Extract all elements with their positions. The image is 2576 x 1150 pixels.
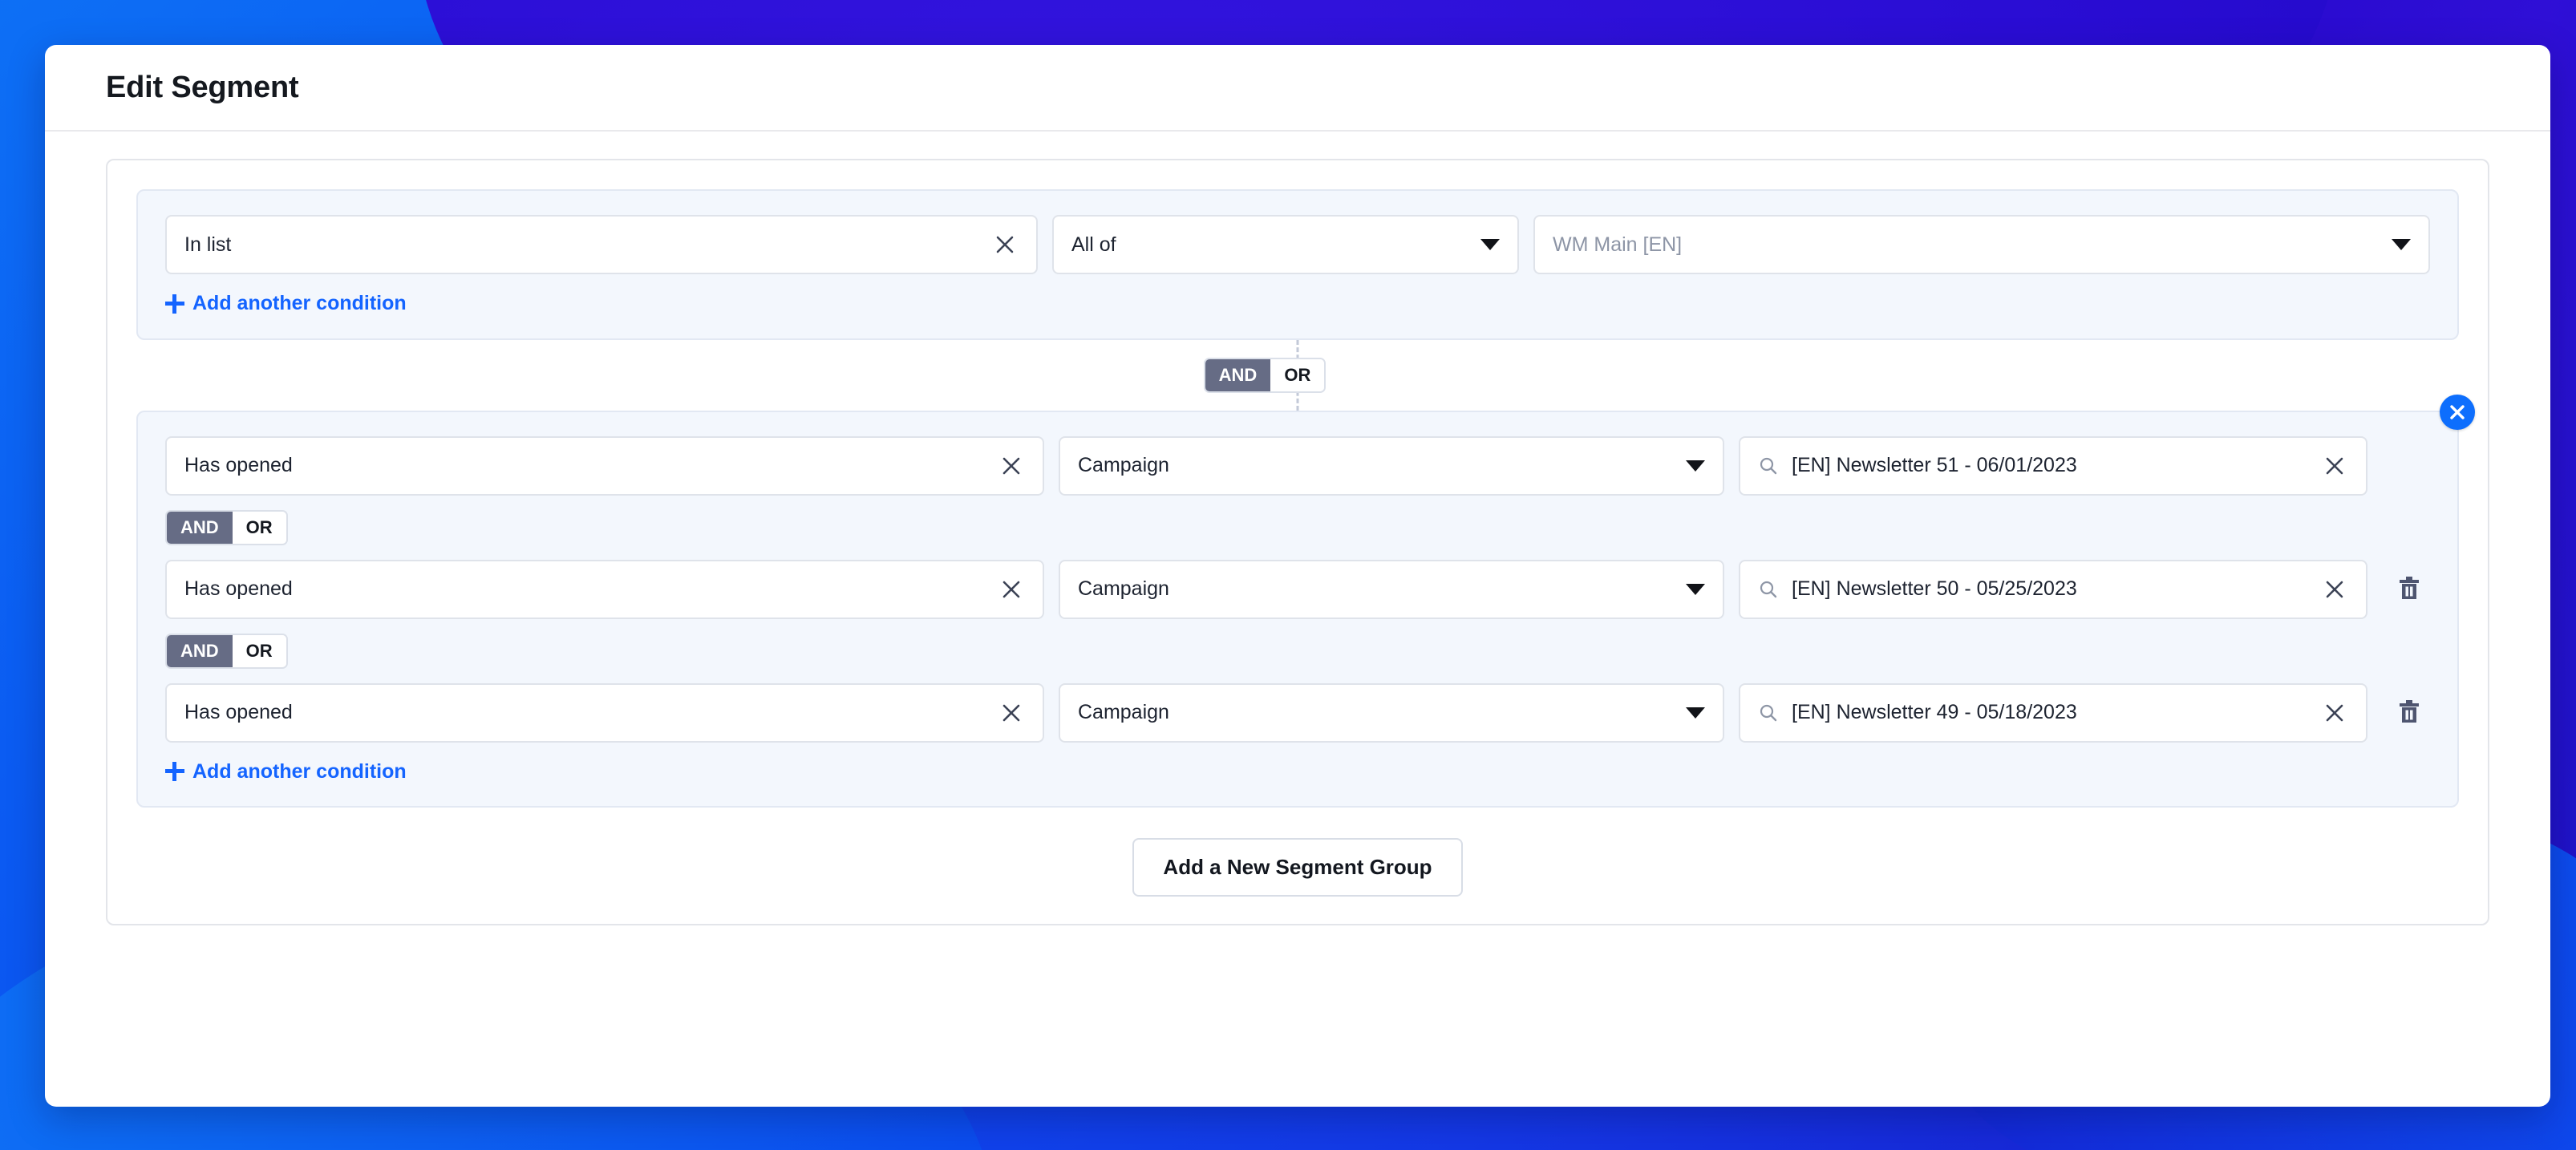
plus-icon <box>165 762 184 781</box>
plus-icon <box>165 294 184 314</box>
attribute-select-g2r2[interactable]: Has opened <box>165 682 1044 743</box>
toggle-or-option[interactable]: OR <box>232 511 286 544</box>
value-label: WM Main [EN] <box>1553 233 1683 256</box>
chevron-down-icon <box>1686 583 1705 595</box>
row-and-or-toggle-2[interactable]: AND OR <box>165 633 288 669</box>
row-toggle-wrap: AND OR <box>165 633 2430 669</box>
add-new-segment-group-button[interactable]: Add a New Segment Group <box>1132 838 1463 897</box>
delete-condition-button-g2r2[interactable] <box>2388 683 2430 743</box>
operator-value-label: Campaign <box>1078 701 1169 723</box>
operator-select-g1r0[interactable]: All of <box>1052 215 1519 274</box>
operator-select-g2r0[interactable]: Campaign <box>1059 435 1724 496</box>
trash-icon <box>2397 575 2421 603</box>
attribute-value-label: In list <box>184 233 232 256</box>
search-icon <box>1758 456 1779 476</box>
row-toggle-wrap: AND OR <box>165 509 2430 545</box>
close-icon[interactable] <box>2321 576 2348 603</box>
toggle-and-option[interactable]: AND <box>1205 358 1271 391</box>
condition-row: Has opened Campaign <box>165 682 2430 743</box>
close-circle-icon[interactable] <box>2440 394 2475 430</box>
value-label: [EN] Newsletter 49 - 05/18/2023 <box>1792 701 2077 723</box>
operator-value-label: Campaign <box>1078 454 1169 476</box>
chevron-down-icon <box>1480 239 1500 250</box>
chevron-down-icon <box>1686 707 1705 719</box>
chevron-down-icon <box>2392 239 2411 250</box>
modal-header: Edit Segment <box>45 45 2550 132</box>
search-icon <box>1758 579 1779 600</box>
toggle-and-option[interactable]: AND <box>167 634 233 667</box>
close-icon[interactable] <box>2321 452 2348 480</box>
search-icon <box>1758 703 1779 723</box>
delete-condition-button-g2r1[interactable] <box>2388 560 2430 619</box>
close-icon[interactable] <box>998 699 1025 727</box>
add-condition-label: Add another condition <box>192 759 407 783</box>
row-and-or-toggle-1[interactable]: AND OR <box>165 509 288 545</box>
operator-value-label: Campaign <box>1078 577 1169 600</box>
edit-segment-modal: Edit Segment In list All of WM Main [EN]… <box>45 45 2550 1107</box>
operator-select-g2r1[interactable]: Campaign <box>1059 559 1724 619</box>
condition-row: Has opened Campaign <box>165 435 2430 496</box>
trash-icon <box>2397 699 2421 727</box>
attribute-select-g1r0[interactable]: In list <box>165 215 1038 274</box>
condition-row: In list All of WM Main [EN] <box>165 215 2430 274</box>
value-search-g2r1[interactable]: [EN] Newsletter 50 - 05/25/2023 <box>1739 559 2367 619</box>
close-icon[interactable] <box>991 231 1019 258</box>
group-connector: AND OR <box>136 340 2459 411</box>
close-icon[interactable] <box>998 576 1025 603</box>
add-condition-button-g1[interactable]: Add another condition <box>165 292 407 315</box>
value-label: [EN] Newsletter 51 - 06/01/2023 <box>1792 454 2077 476</box>
toggle-or-option[interactable]: OR <box>232 634 286 667</box>
value-search-g2r0[interactable]: [EN] Newsletter 51 - 06/01/2023 <box>1739 435 2367 496</box>
page-title: Edit Segment <box>106 70 299 104</box>
attribute-value-label: Has opened <box>184 701 293 723</box>
value-search-g2r2[interactable]: [EN] Newsletter 49 - 05/18/2023 <box>1739 682 2367 743</box>
operator-select-g2r2[interactable]: Campaign <box>1059 682 1724 743</box>
toggle-and-option[interactable]: AND <box>167 511 233 544</box>
value-select-g1r0[interactable]: WM Main [EN] <box>1533 215 2430 274</box>
chevron-down-icon <box>1686 460 1705 472</box>
toggle-or-option[interactable]: OR <box>1270 358 1325 391</box>
operator-value-label: All of <box>1071 233 1116 256</box>
segment-group-1: In list All of WM Main [EN] Add another … <box>136 189 2459 340</box>
attribute-select-g2r1[interactable]: Has opened <box>165 559 1044 619</box>
group-and-or-toggle[interactable]: AND OR <box>1203 357 1326 393</box>
builder-footer: Add a New Segment Group <box>136 838 2459 897</box>
condition-row: Has opened Campaign <box>165 559 2430 619</box>
segment-builder: In list All of WM Main [EN] Add another … <box>106 159 2489 925</box>
add-condition-button-g2[interactable]: Add another condition <box>165 760 407 784</box>
value-label: [EN] Newsletter 50 - 05/25/2023 <box>1792 577 2077 600</box>
close-icon[interactable] <box>2321 699 2348 727</box>
segment-group-2: Has opened Campaign [EN] Newsletter 51 -… <box>136 394 2475 808</box>
close-icon[interactable] <box>998 452 1025 480</box>
attribute-select-g2r0[interactable]: Has opened <box>165 435 1044 496</box>
attribute-value-label: Has opened <box>184 577 293 600</box>
attribute-value-label: Has opened <box>184 454 293 476</box>
add-condition-label: Add another condition <box>192 292 407 314</box>
modal-body: In list All of WM Main [EN] Add another … <box>45 132 2550 925</box>
